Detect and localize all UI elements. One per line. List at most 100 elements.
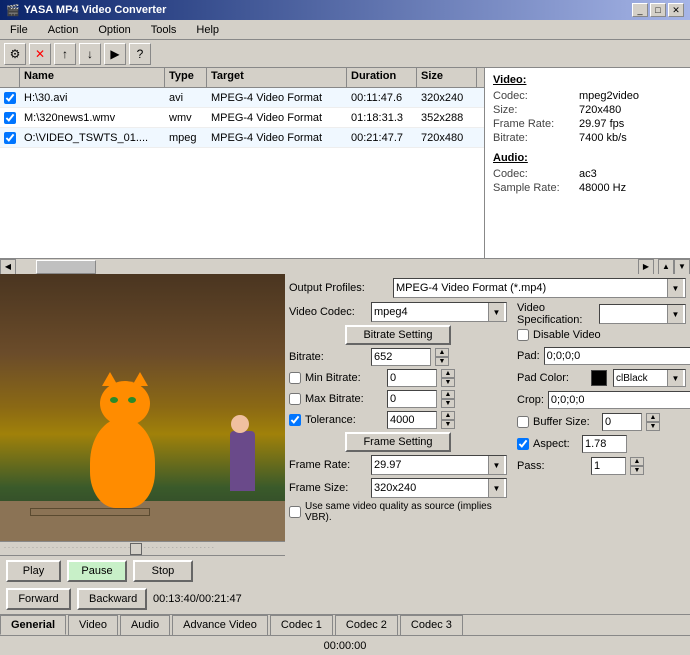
row0-name: H:\30.avi (20, 90, 165, 106)
window-controls: _ □ ✕ (632, 3, 684, 17)
bitrate-up[interactable]: ▲ (435, 348, 449, 357)
min-bitrate-label: Min Bitrate: (305, 372, 383, 384)
menu-tools[interactable]: Tools (145, 23, 183, 37)
menu-action[interactable]: Action (42, 23, 85, 37)
min-bitrate-spinner[interactable]: ▲ ▼ (441, 369, 455, 387)
close-button[interactable]: ✕ (668, 3, 684, 17)
restore-button[interactable]: □ (650, 3, 666, 17)
bitrate-input[interactable] (371, 348, 431, 366)
tolerance-spinner[interactable]: ▲ ▼ (441, 411, 455, 429)
max-bitrate-up[interactable]: ▲ (441, 390, 455, 399)
stop-button[interactable]: Stop (133, 560, 193, 582)
file-list-scrollbar[interactable]: ◀ ▶ ▲ ▼ (0, 258, 690, 274)
tab-codec3[interactable]: Codec 3 (400, 615, 463, 635)
frame-rate-combo[interactable]: 29.97 ▼ (371, 455, 507, 475)
add-button[interactable]: ⚙ (4, 43, 26, 65)
frame-section-btn[interactable]: Frame Setting (345, 432, 450, 452)
bottom-area: ········································… (0, 274, 690, 614)
pass-input[interactable] (591, 457, 626, 475)
buffer-size-down[interactable]: ▼ (646, 422, 660, 431)
pass-up[interactable]: ▲ (630, 457, 644, 466)
video-codec-arrow[interactable]: ▼ (488, 303, 504, 321)
video-spec-combo[interactable]: ▼ (599, 304, 686, 324)
use-quality-checkbox[interactable] (289, 506, 301, 518)
progress-bar[interactable]: ········································… (0, 541, 285, 555)
row1-checkbox[interactable] (4, 112, 16, 124)
framerate-label: Frame Rate: (493, 118, 573, 130)
min-bitrate-down[interactable]: ▼ (441, 378, 455, 387)
minimize-button[interactable]: _ (632, 3, 648, 17)
tab-codec1[interactable]: Codec 1 (270, 615, 333, 635)
menu-file[interactable]: File (4, 23, 34, 37)
tab-generial[interactable]: Generial (0, 615, 66, 635)
output-profiles-combo[interactable]: MPEG-4 Video Format (*.mp4) ▼ (393, 278, 686, 298)
row0-duration: 00:11:47.6 (347, 90, 417, 106)
progress-thumb[interactable] (130, 543, 142, 555)
help-button[interactable]: ? (129, 43, 151, 65)
menu-help[interactable]: Help (190, 23, 225, 37)
crop-input[interactable] (548, 391, 690, 409)
output-profiles-arrow[interactable]: ▼ (667, 279, 683, 297)
frame-size-label: Frame Size: (289, 482, 367, 494)
pass-down[interactable]: ▼ (630, 466, 644, 475)
aspect-input[interactable] (582, 435, 627, 453)
min-bitrate-checkbox[interactable] (289, 372, 301, 384)
pad-color-combo[interactable]: clBlack ▼ (613, 369, 686, 387)
video-codec-label: Video Codec: (289, 306, 367, 318)
scroll-thumb[interactable] (36, 260, 96, 274)
convert-button[interactable]: ▶ (104, 43, 126, 65)
pass-spinner[interactable]: ▲ ▼ (630, 457, 644, 475)
tab-video[interactable]: Video (68, 615, 118, 635)
row0-checkbox[interactable] (4, 92, 16, 104)
bitrate-spinner[interactable]: ▲ ▼ (435, 348, 449, 366)
max-bitrate-spinner[interactable]: ▲ ▼ (441, 390, 455, 408)
bitrate-section-btn[interactable]: Bitrate Setting (345, 325, 450, 345)
tab-advance-video[interactable]: Advance Video (172, 615, 268, 635)
crop-label: Crop: (517, 394, 544, 406)
min-bitrate-input[interactable] (387, 369, 437, 387)
scroll-right-arrow[interactable]: ▶ (638, 259, 654, 275)
max-bitrate-down[interactable]: ▼ (441, 399, 455, 408)
tolerance-down[interactable]: ▼ (441, 420, 455, 429)
info-scroll-down[interactable]: ▼ (674, 259, 690, 275)
aspect-checkbox[interactable] (517, 438, 529, 450)
bitrate-row: Bitrate: ▲ ▼ (289, 348, 507, 366)
pass-label: Pass: (517, 460, 587, 472)
menu-option[interactable]: Option (92, 23, 136, 37)
forward-button[interactable]: Forward (6, 588, 71, 610)
tolerance-up[interactable]: ▲ (441, 411, 455, 420)
tab-codec2[interactable]: Codec 2 (335, 615, 398, 635)
tolerance-input[interactable] (387, 411, 437, 429)
frame-rate-arrow[interactable]: ▼ (488, 456, 504, 474)
min-bitrate-up[interactable]: ▲ (441, 369, 455, 378)
frame-size-arrow[interactable]: ▼ (488, 479, 504, 497)
buffer-size-spinner[interactable]: ▲ ▼ (646, 413, 660, 431)
pause-button[interactable]: Pause (67, 560, 127, 582)
scroll-left-arrow[interactable]: ◀ (0, 259, 16, 275)
move-up-button[interactable]: ↑ (54, 43, 76, 65)
info-scroll-up[interactable]: ▲ (658, 259, 674, 275)
max-bitrate-input[interactable] (387, 390, 437, 408)
play-button[interactable]: Play (6, 560, 61, 582)
buffer-size-checkbox[interactable] (517, 416, 529, 428)
backward-button[interactable]: Backward (77, 588, 147, 610)
move-down-button[interactable]: ↓ (79, 43, 101, 65)
tolerance-checkbox[interactable] (289, 414, 301, 426)
row2-checkbox[interactable] (4, 132, 16, 144)
video-codec-combo[interactable]: mpeg4 ▼ (371, 302, 507, 322)
buffer-size-input[interactable] (602, 413, 642, 431)
pad-input[interactable] (544, 347, 690, 365)
pad-color-arrow[interactable]: ▼ (667, 370, 683, 386)
output-profiles-value: MPEG-4 Video Format (*.mp4) (396, 282, 546, 294)
bitrate-down[interactable]: ▼ (435, 357, 449, 366)
buffer-size-up[interactable]: ▲ (646, 413, 660, 422)
video-spec-arrow[interactable]: ▼ (667, 305, 683, 323)
tab-audio[interactable]: Audio (120, 615, 170, 635)
remove-button[interactable]: ✕ (29, 43, 51, 65)
frame-size-combo[interactable]: 320x240 ▼ (371, 478, 507, 498)
disable-video-checkbox[interactable] (517, 329, 529, 341)
video-preview (0, 274, 285, 541)
scroll-track[interactable] (16, 259, 638, 275)
max-bitrate-checkbox[interactable] (289, 393, 301, 405)
codec-value: mpeg2video (579, 90, 639, 102)
